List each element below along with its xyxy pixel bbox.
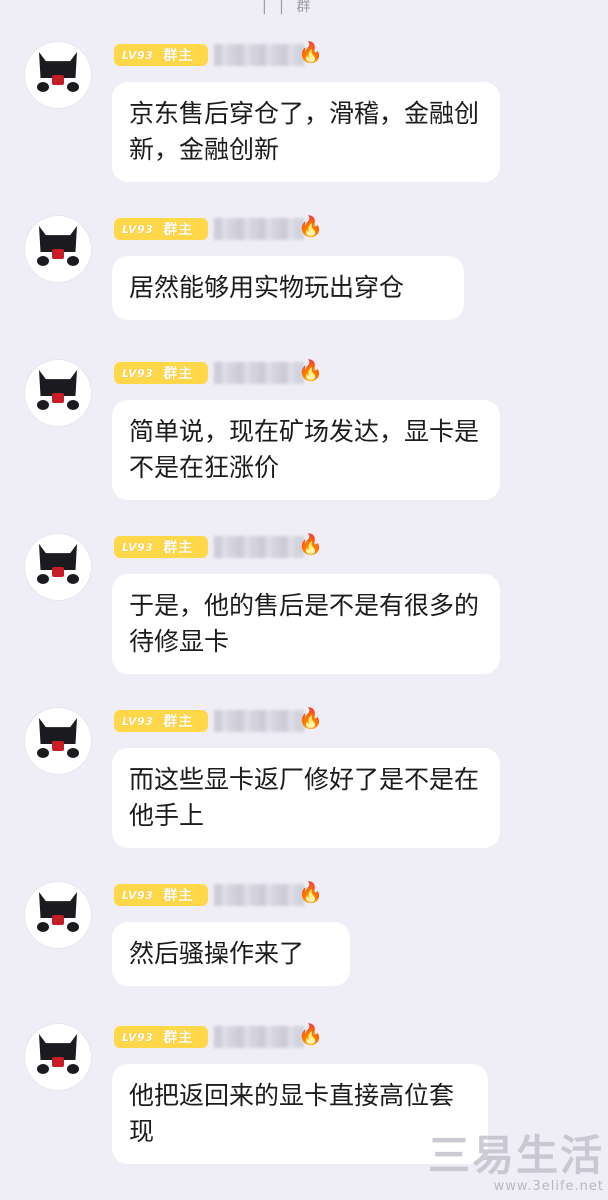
level-label: LV93 bbox=[122, 48, 154, 62]
role-label: 群主 bbox=[163, 540, 194, 556]
username-blurred[interactable] bbox=[214, 710, 304, 732]
chat-message-list[interactable]: LV93 群主 🔥 京东售后穿仓了，滑稽，金融创新，金融创新 LV93 群主 🔥… bbox=[0, 0, 608, 1200]
level-label: LV93 bbox=[122, 714, 154, 728]
message-bubble[interactable]: 而这些显卡返厂修好了是不是在他手上 bbox=[112, 748, 500, 848]
username-blurred[interactable] bbox=[214, 218, 304, 240]
role-label: 群主 bbox=[163, 888, 194, 904]
level-label: LV93 bbox=[122, 540, 154, 554]
level-label: LV93 bbox=[122, 366, 154, 380]
watermark-text: 三易生活 bbox=[427, 1131, 604, 1180]
avatar[interactable] bbox=[25, 360, 91, 426]
level-badge: LV93 群主 bbox=[114, 884, 208, 906]
level-badge: LV93 群主 bbox=[114, 1026, 208, 1048]
avatar[interactable] bbox=[25, 534, 91, 600]
avatar[interactable] bbox=[25, 882, 91, 948]
message-bubble[interactable]: 京东售后穿仓了，滑稽，金融创新，金融创新 bbox=[112, 82, 500, 182]
message-bubble[interactable]: 简单说，现在矿场发达，显卡是不是在狂涨价 bbox=[112, 400, 500, 500]
role-label: 群主 bbox=[163, 222, 194, 238]
username-blurred[interactable] bbox=[214, 362, 304, 384]
username-blurred[interactable] bbox=[214, 1026, 304, 1048]
avatar[interactable] bbox=[25, 42, 91, 108]
message-bubble[interactable]: 于是，他的售后是不是有很多的待修显卡 bbox=[112, 574, 500, 674]
fire-icon: 🔥 bbox=[298, 1022, 323, 1046]
level-label: LV93 bbox=[122, 888, 154, 902]
message-bubble[interactable]: 居然能够用实物玩出穿仓 bbox=[112, 256, 464, 320]
fire-icon: 🔥 bbox=[298, 706, 323, 730]
level-badge: LV93 群主 bbox=[114, 362, 208, 384]
role-label: 群主 bbox=[163, 714, 194, 730]
fire-icon: 🔥 bbox=[298, 214, 323, 238]
fire-icon: 🔥 bbox=[298, 358, 323, 382]
watermark: 三易生活 www.3elife.net bbox=[428, 1122, 604, 1194]
level-badge: LV93 群主 bbox=[114, 710, 208, 732]
fire-icon: 🔥 bbox=[298, 532, 323, 556]
fire-icon: 🔥 bbox=[298, 40, 323, 64]
level-badge: LV93 群主 bbox=[114, 44, 208, 66]
role-label: 群主 bbox=[163, 48, 194, 64]
avatar[interactable] bbox=[25, 708, 91, 774]
message-bubble[interactable]: 然后骚操作来了 bbox=[112, 922, 350, 986]
level-badge: LV93 群主 bbox=[114, 218, 208, 240]
avatar[interactable] bbox=[25, 216, 91, 282]
level-label: LV93 bbox=[122, 222, 154, 236]
level-label: LV93 bbox=[122, 1030, 154, 1044]
fire-icon: 🔥 bbox=[298, 880, 323, 904]
username-blurred[interactable] bbox=[214, 44, 304, 66]
avatar[interactable] bbox=[25, 1024, 91, 1090]
username-blurred[interactable] bbox=[214, 884, 304, 906]
role-label: 群主 bbox=[163, 1030, 194, 1046]
username-blurred[interactable] bbox=[214, 536, 304, 558]
role-label: 群主 bbox=[163, 366, 194, 382]
level-badge: LV93 群主 bbox=[114, 536, 208, 558]
